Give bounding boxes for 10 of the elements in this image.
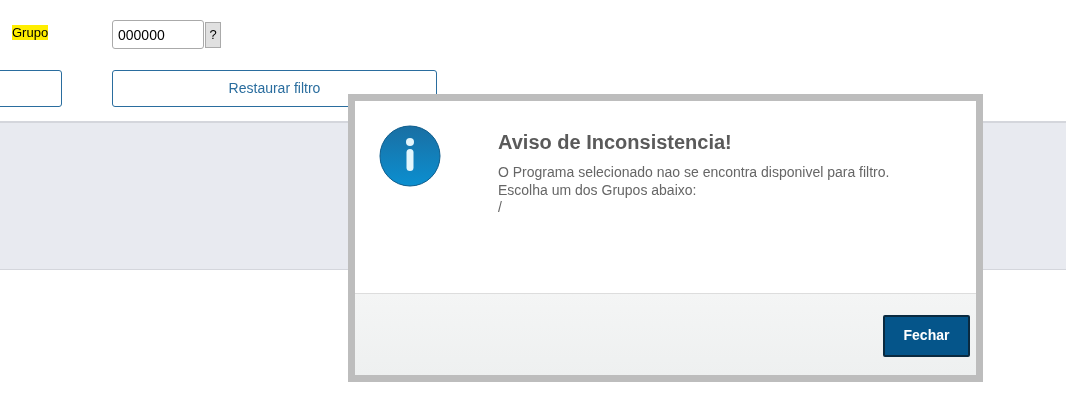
close-button[interactable]: Fechar	[883, 314, 970, 357]
group-label: Grupo	[12, 25, 49, 40]
info-icon	[379, 125, 441, 187]
help-button[interactable]: ?	[205, 22, 221, 48]
dialog-title: Aviso de Inconsistencia!	[498, 130, 733, 155]
message-line: O Programa selecionado nao se encontra disponivel para filtro.	[498, 164, 890, 182]
message-line: /	[498, 199, 502, 217]
group-input[interactable]: 000000	[112, 20, 204, 49]
restore-filter-button[interactable]: Restaurar filtro	[112, 70, 437, 107]
message-line: Escolha um dos Grupos abaixo:	[498, 181, 697, 199]
